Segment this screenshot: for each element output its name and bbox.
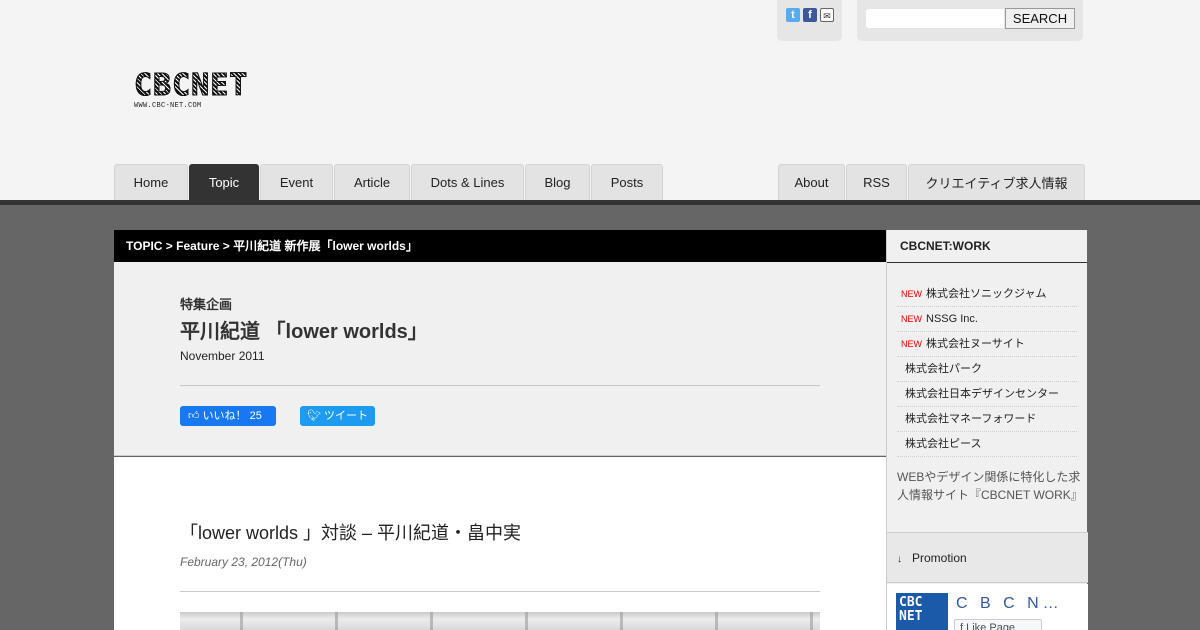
nav-tab-home[interactable]: Home (114, 164, 188, 200)
facebook-icon[interactable]: f (803, 8, 817, 22)
new-badge: NEW (901, 339, 922, 349)
nav-tab-article[interactable]: Article (334, 164, 410, 200)
sidebar: CBCNET:WORK NEW 株式会社ソニックジャム NEW NSSG Inc. … (886, 230, 1088, 630)
search-input[interactable] (865, 8, 1005, 29)
promotion-label: Promotion (912, 551, 967, 565)
site-logo[interactable]: CBCNET WWW.CBC-NET.COM (134, 70, 268, 112)
nav-tab-blog[interactable]: Blog (525, 164, 590, 200)
job-list-item[interactable]: NEW NSSG Inc. (897, 307, 1077, 332)
new-badge: NEW (901, 314, 922, 324)
sidebar-heading[interactable]: CBCNET:WORK (887, 230, 1087, 263)
nav-tab-event[interactable]: Event (260, 164, 333, 200)
article: 「lower worlds 」対談 – 平川紀道・畠中実 February 23… (114, 457, 886, 630)
job-list-item[interactable]: NEW 株式会社ヌーサイト (897, 332, 1077, 357)
like-label: いいね！ 25 (202, 410, 262, 422)
facebook-page-widget: CBC NET C B C N… f Like Page (887, 584, 1088, 630)
fb-page-avatar[interactable]: CBC NET (896, 593, 948, 630)
job-list: NEW 株式会社ソニックジャム NEW NSSG Inc. NEW 株式会社ヌーサイト… (897, 282, 1077, 457)
main-nav: Home Topic Event Article Dots & Lines Bl… (114, 164, 664, 200)
job-list-item[interactable]: 株式会社パーク (897, 357, 1077, 382)
feature-kicker: 特集企画 (180, 297, 233, 312)
search-button[interactable]: SEARCH (1005, 8, 1075, 29)
feature-title: 平川紀道 「lower worlds」 (180, 321, 428, 343)
job-list-item[interactable]: NEW 株式会社ソニックジャム (897, 282, 1077, 307)
sidebar-description: WEBやデザイン関係に特化した求人情報サイト『CBCNET WORK』 (897, 470, 1083, 502)
job-company: 株式会社ピース (905, 438, 982, 450)
job-company: NSSG Inc. (926, 313, 978, 325)
divider (180, 385, 820, 386)
thumbs-up-icon: 👍︎ (188, 410, 200, 422)
fb-like-label: Like Page (966, 622, 1016, 630)
search-box: SEARCH (857, 0, 1083, 41)
logo-wordmark: CBCNET (134, 70, 268, 101)
twitter-bird-icon: 🐦︎ (307, 410, 321, 422)
job-company: 株式会社パーク (905, 363, 982, 375)
nav-tab-rss[interactable]: RSS (846, 164, 907, 200)
twitter-icon[interactable]: t (786, 8, 800, 22)
arrow-down-icon: ↓ (897, 554, 902, 565)
article-image (180, 612, 820, 630)
logo-url: WWW.CBC-NET.COM (134, 102, 202, 110)
secondary-nav: About RSS クリエイティブ求人情報 (778, 164, 1086, 200)
facebook-like-button[interactable]: 👍︎ いいね！ 25 (180, 406, 276, 426)
fb-like-page-button[interactable]: f Like Page (954, 619, 1042, 630)
site-header: t f ✉ SEARCH CBCNET WWW.CBC-NET.COM Home… (0, 0, 1200, 200)
mail-icon[interactable]: ✉ (820, 8, 834, 22)
promotion-toggle[interactable]: ↓ Promotion (887, 533, 1088, 583)
nav-tab-about[interactable]: About (778, 164, 845, 200)
feature-date: November 2011 (180, 349, 265, 363)
feature-header: 特集企画 平川紀道 「lower worlds」 November 2011 👍… (114, 262, 886, 456)
tweet-label: ツイート (324, 410, 369, 422)
job-company: 株式会社日本デザインセンター (905, 388, 1059, 400)
nav-tab-dots-lines[interactable]: Dots & Lines (411, 164, 524, 200)
job-company: 株式会社ソニックジャム (926, 288, 1047, 300)
article-date: February 23, 2012(Thu) (180, 555, 307, 569)
nav-tab-posts[interactable]: Posts (591, 164, 663, 200)
tweet-button[interactable]: 🐦︎ ツイート (300, 406, 375, 426)
fb-page-name[interactable]: C B C N… (956, 595, 1063, 613)
job-list-item[interactable]: 株式会社日本デザインセンター (897, 382, 1077, 407)
job-company: 株式会社ヌーサイト (926, 338, 1025, 350)
job-list-item[interactable]: 株式会社マネーフォワード (897, 407, 1077, 432)
divider (180, 591, 820, 592)
job-company: 株式会社マネーフォワード (905, 413, 1037, 425)
nav-tab-jobs[interactable]: クリエイティブ求人情報 (908, 164, 1085, 200)
breadcrumb[interactable]: TOPIC > Feature > 平川紀道 新作展「lower worlds」 (114, 230, 886, 262)
social-links: t f ✉ (777, 0, 842, 41)
article-title[interactable]: 「lower worlds 」対談 – 平川紀道・畠中実 (180, 519, 521, 545)
new-badge: NEW (901, 289, 922, 299)
job-list-item[interactable]: 株式会社ピース (897, 432, 1077, 457)
nav-tab-topic[interactable]: Topic (189, 164, 259, 200)
